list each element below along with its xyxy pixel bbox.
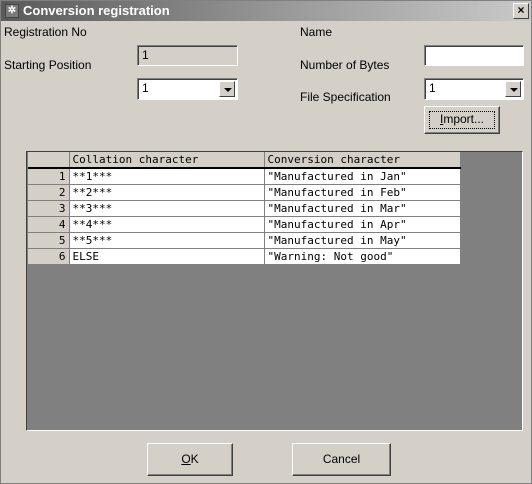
starting-position-combo[interactable]: 1 <box>137 78 238 100</box>
ok-button-label: K <box>190 452 199 466</box>
file-specification-label: File Specification <box>300 90 391 104</box>
row-number[interactable]: 2 <box>28 184 70 201</box>
registration-no-label: Registration No <box>4 25 87 39</box>
collation-cell[interactable]: **5*** <box>69 232 265 249</box>
row-number[interactable]: 6 <box>28 248 70 265</box>
starting-position-label: Starting Position <box>4 58 92 72</box>
conversion-cell[interactable]: "Manufactured in Feb" <box>264 184 461 201</box>
conversion-cell[interactable]: "Manufactured in Apr" <box>264 216 461 233</box>
window-title: Conversion registration <box>23 3 170 18</box>
row-number[interactable]: 4 <box>28 216 70 233</box>
collation-cell[interactable]: ELSE <box>69 248 265 265</box>
number-of-bytes-combo[interactable]: 1 <box>424 78 524 100</box>
collation-cell[interactable]: **4*** <box>69 216 265 233</box>
starting-position-dropdown-icon[interactable] <box>219 81 235 97</box>
row-number[interactable]: 5 <box>28 232 70 249</box>
registration-no-field: 1 <box>137 45 238 66</box>
conversion-cell[interactable]: "Manufactured in May" <box>264 232 461 249</box>
name-field[interactable] <box>424 45 524 66</box>
table-row[interactable]: 2 **2*** "Manufactured in Feb" <box>28 184 461 201</box>
number-of-bytes-value: 1 <box>429 81 436 95</box>
row-number[interactable]: 3 <box>28 200 70 217</box>
collation-cell[interactable]: **1*** <box>69 167 265 185</box>
table-row[interactable]: 6 ELSE "Warning: Not good" <box>28 248 461 265</box>
number-of-bytes-dropdown-icon[interactable] <box>505 81 521 97</box>
title-bar[interactable]: ✲ Conversion registration × <box>1 1 531 21</box>
ok-button-accel: O <box>181 452 191 466</box>
conversion-grid[interactable]: Collation character Conversion character… <box>26 151 523 431</box>
import-button-label: mport... <box>443 112 485 126</box>
number-of-bytes-label: Number of Bytes <box>300 58 390 72</box>
close-button[interactable]: × <box>513 3 529 19</box>
app-icon: ✲ <box>5 4 19 18</box>
starting-position-value: 1 <box>142 81 149 95</box>
cancel-button[interactable]: Cancel <box>292 443 391 476</box>
conversion-column-header[interactable]: Conversion character <box>264 152 461 169</box>
conversion-cell[interactable]: "Warning: Not good" <box>264 248 461 265</box>
grid-header-row: Collation character Conversion character <box>28 152 461 169</box>
collation-cell[interactable]: **2*** <box>69 184 265 201</box>
table-row[interactable]: 3 **3*** "Manufactured in Mar" <box>28 200 461 217</box>
import-button-focus: Import... <box>429 111 495 129</box>
row-number[interactable]: 1 <box>28 167 70 185</box>
import-button[interactable]: Import... <box>424 106 500 134</box>
table-row[interactable]: 1 **1*** "Manufactured in Jan" <box>28 167 461 185</box>
conversion-cell[interactable]: "Manufactured in Jan" <box>264 167 461 185</box>
collation-cell[interactable]: **3*** <box>69 200 265 217</box>
conversion-registration-dialog: ✲ Conversion registration × Registration… <box>0 0 532 484</box>
name-label: Name <box>300 25 333 39</box>
registration-no-value: 1 <box>142 48 149 62</box>
conversion-cell[interactable]: "Manufactured in Mar" <box>264 200 461 217</box>
grid-corner-cell <box>28 152 70 169</box>
collation-column-header[interactable]: Collation character <box>69 152 265 169</box>
conversion-table[interactable]: Collation character Conversion character… <box>28 152 461 265</box>
table-row[interactable]: 5 **5*** "Manufactured in May" <box>28 232 461 249</box>
table-row[interactable]: 4 **4*** "Manufactured in Apr" <box>28 216 461 233</box>
ok-button[interactable]: OK <box>147 443 233 476</box>
